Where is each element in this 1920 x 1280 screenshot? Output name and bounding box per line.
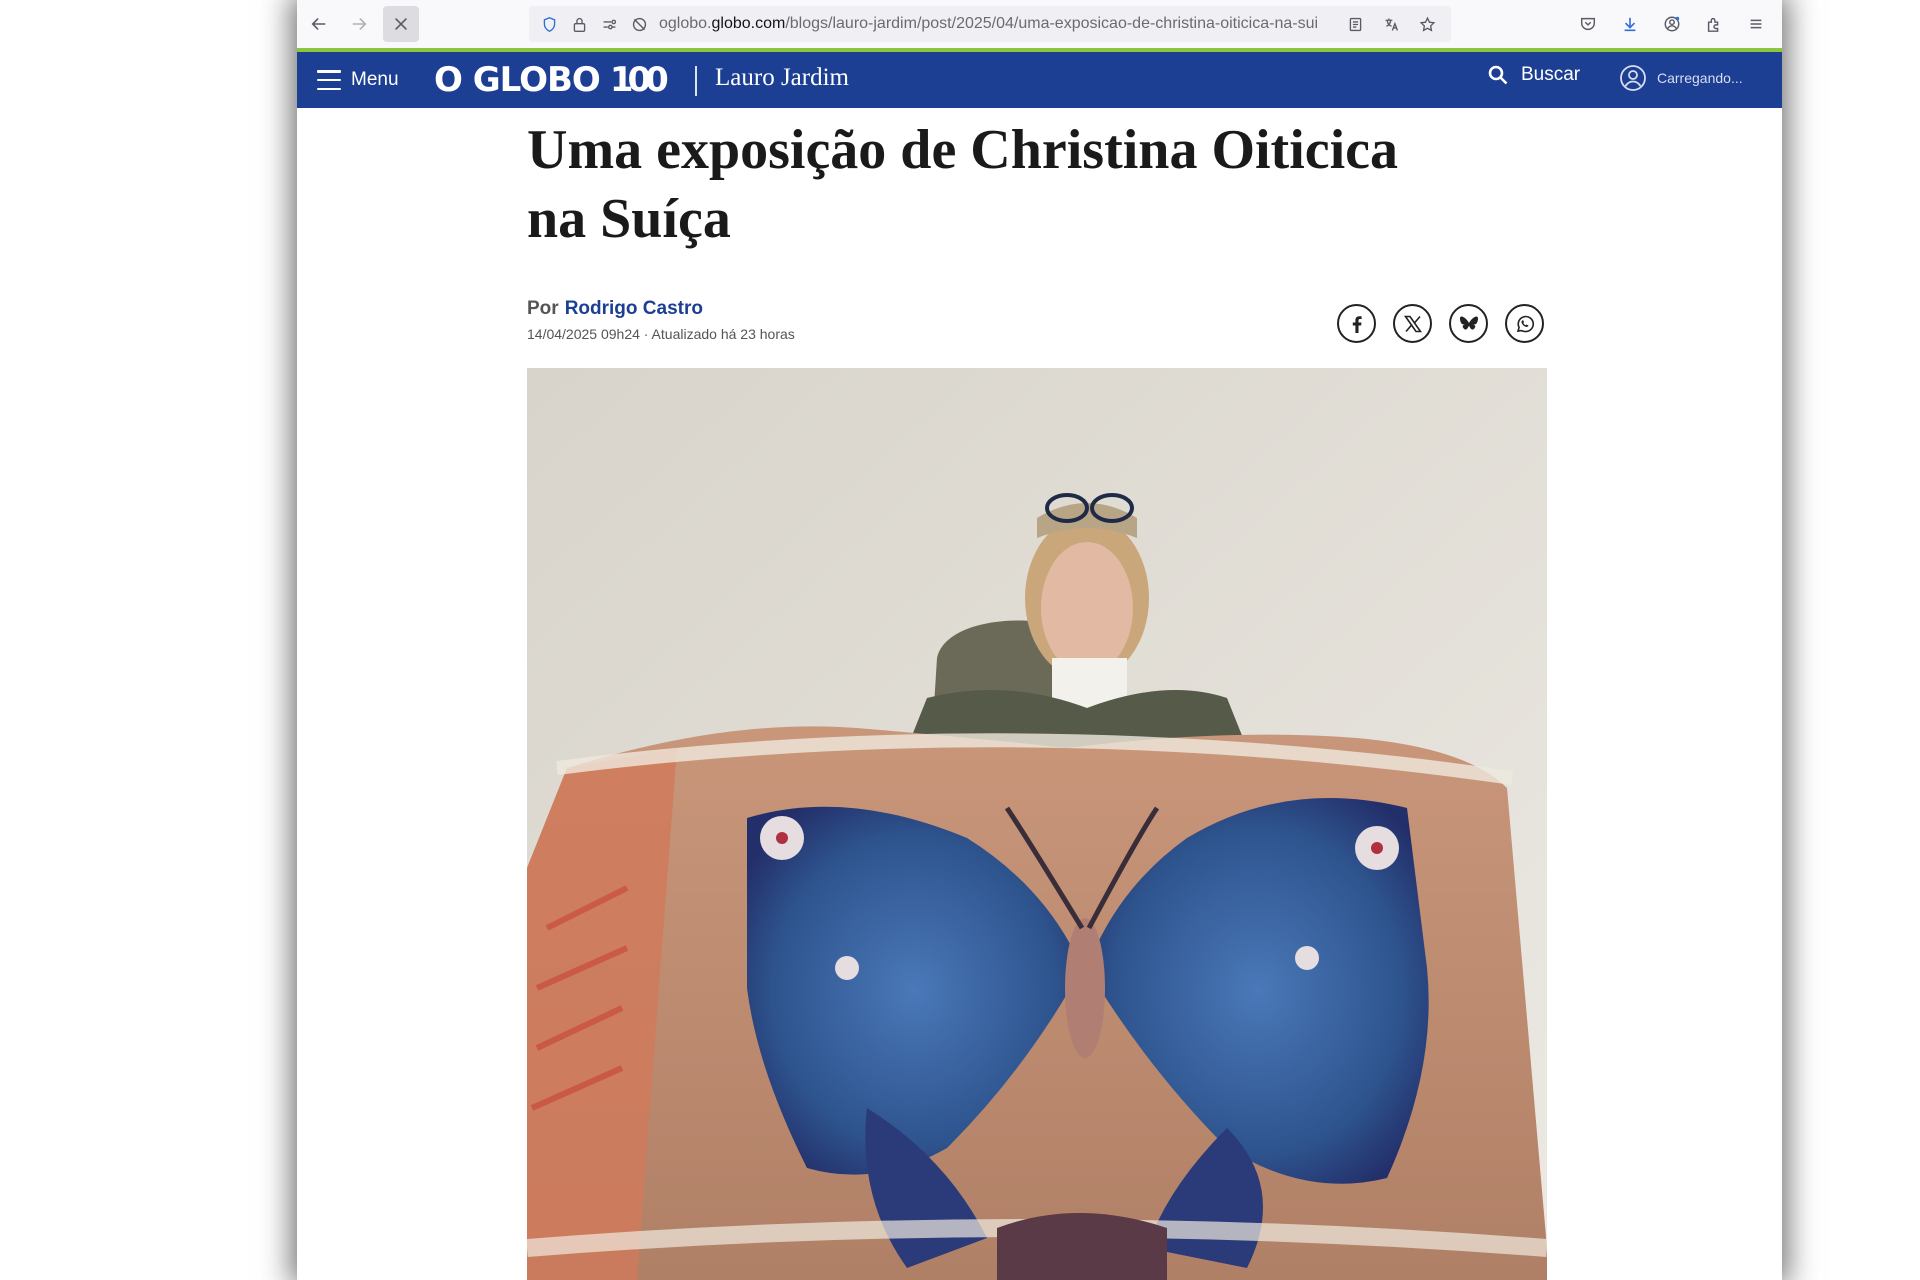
hamburger-menu-icon [1750, 19, 1762, 29]
browser-toolbar: oglobo.globo.com/blogs/lauro-jardim/post… [297, 0, 1782, 48]
pocket-icon [1580, 17, 1596, 31]
downloads-button[interactable] [1612, 6, 1648, 42]
menu-button[interactable]: Menu [317, 62, 399, 98]
byline: Por Rodrigo Castro [527, 298, 703, 320]
author-link[interactable]: Rodrigo Castro [565, 298, 703, 319]
back-button[interactable] [301, 6, 337, 42]
whatsapp-icon [1516, 315, 1534, 332]
permissions-icon[interactable] [599, 14, 619, 34]
user-icon [1620, 65, 1646, 91]
logo-text: O GLOBO [434, 60, 601, 100]
share-facebook-button[interactable] [1337, 304, 1376, 343]
arrow-left-icon [311, 18, 326, 30]
artwork-photo-illustration [527, 368, 1547, 1280]
share-x-button[interactable] [1393, 304, 1432, 343]
site-header: Menu O GLOBO 100 Lauro Jardim Buscar Car… [297, 52, 1782, 108]
share-bar [1337, 304, 1544, 343]
address-bar[interactable]: oglobo.globo.com/blogs/lauro-jardim/post… [529, 6, 1451, 42]
byline-prefix: Por [527, 298, 559, 319]
user-status-label: Carregando... [1657, 70, 1743, 86]
article-photo [527, 368, 1547, 1280]
menu-label: Menu [351, 69, 399, 90]
download-icon [1624, 17, 1636, 32]
article-headline: Uma exposição de Christina Oiticica na S… [527, 119, 1399, 250]
search-button[interactable]: Buscar [1487, 64, 1580, 86]
reader-view-icon[interactable] [1345, 14, 1365, 34]
hamburger-icon [317, 70, 341, 90]
blog-name[interactable]: Lauro Jardim [715, 64, 849, 92]
tracking-blocked-icon[interactable] [629, 14, 649, 34]
app-menu-button[interactable] [1738, 6, 1774, 42]
butterfly-icon [1459, 316, 1478, 330]
lock-icon[interactable] [569, 14, 589, 34]
account-button[interactable] [1654, 6, 1690, 42]
site-logo[interactable]: O GLOBO 100 [434, 60, 669, 100]
extensions-button[interactable] [1696, 6, 1732, 42]
logo-divider [695, 66, 697, 96]
puzzle-icon [1707, 17, 1719, 32]
shield-icon[interactable] [539, 14, 559, 34]
search-icon [1488, 65, 1508, 85]
search-label: Buscar [1521, 64, 1581, 85]
url-domain: globo.com [711, 15, 786, 32]
logo-100-badge: 100 [609, 60, 669, 100]
url-prefix: oglobo. [659, 15, 712, 32]
translate-icon[interactable] [1381, 14, 1401, 34]
url-path: /blogs/lauro-jardim/post/2025/04/uma-exp… [785, 15, 1319, 32]
close-icon [395, 18, 407, 30]
browser-window: oglobo.globo.com/blogs/lauro-jardim/post… [297, 0, 1782, 1280]
share-bluesky-button[interactable] [1449, 304, 1488, 343]
forward-button[interactable] [341, 6, 377, 42]
dateline: 14/04/2025 09h24 · Atualizado há 23 hora… [527, 326, 795, 342]
share-whatsapp-button[interactable] [1505, 304, 1544, 343]
url-text[interactable]: oglobo.globo.com/blogs/lauro-jardim/post… [659, 15, 1349, 33]
x-logo-icon [1403, 315, 1422, 332]
facebook-icon [1352, 315, 1362, 333]
arrow-right-icon [352, 18, 367, 30]
user-login-button[interactable]: Carregando... [1619, 64, 1743, 92]
stop-loading-button[interactable] [383, 6, 419, 42]
bookmark-star-icon[interactable] [1417, 14, 1437, 34]
account-icon [1664, 16, 1680, 32]
pocket-button[interactable] [1570, 6, 1606, 42]
